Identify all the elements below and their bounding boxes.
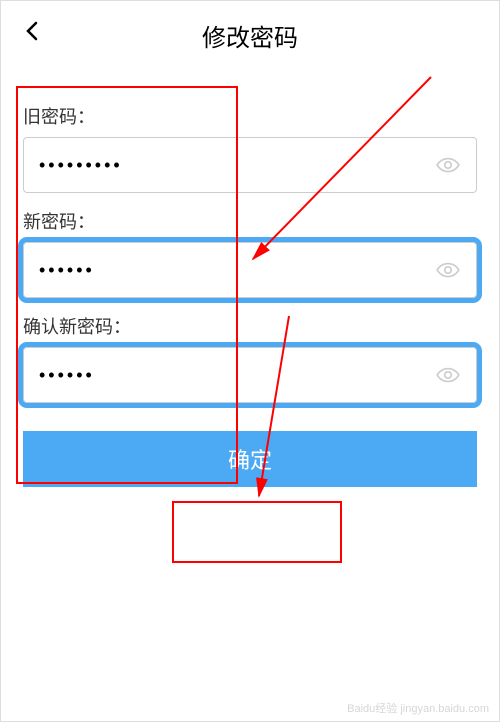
submit-button[interactable]: 确定: [23, 431, 477, 487]
chevron-left-icon: [21, 19, 45, 43]
confirm-password-group: 确认新密码： ••••••: [23, 313, 477, 403]
password-form: 旧密码： ••••••••• 新密码： •••••• 确认新密码：: [1, 61, 499, 403]
eye-icon[interactable]: [435, 362, 461, 388]
eye-icon[interactable]: [435, 152, 461, 178]
back-button[interactable]: [21, 19, 45, 43]
annotation-box-submit: [172, 501, 342, 563]
new-password-label: 新密码：: [23, 208, 477, 234]
new-password-input[interactable]: ••••••: [39, 260, 435, 281]
confirm-password-label: 确认新密码：: [23, 313, 477, 339]
old-password-group: 旧密码： •••••••••: [23, 103, 477, 193]
watermark: Baidu经验 jingyan.baidu.com: [347, 700, 489, 716]
new-password-group: 新密码： ••••••: [23, 208, 477, 298]
new-password-input-wrapper[interactable]: ••••••: [23, 242, 477, 298]
header: 修改密码: [1, 1, 499, 61]
page-title: 修改密码: [202, 18, 298, 53]
old-password-input-wrapper[interactable]: •••••••••: [23, 137, 477, 193]
confirm-password-input[interactable]: ••••••: [39, 365, 435, 386]
eye-icon[interactable]: [435, 257, 461, 283]
old-password-label: 旧密码：: [23, 103, 477, 129]
confirm-password-input-wrapper[interactable]: ••••••: [23, 347, 477, 403]
old-password-input[interactable]: •••••••••: [39, 155, 435, 176]
